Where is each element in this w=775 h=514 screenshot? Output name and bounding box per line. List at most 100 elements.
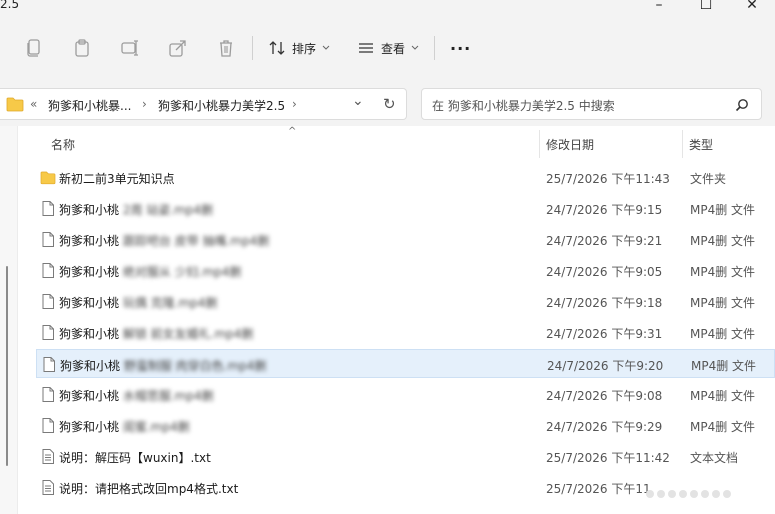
watermark-dot [646, 490, 654, 498]
view-icon [359, 43, 373, 53]
file-icon [42, 232, 54, 247]
file-name: 狗爹和小桃 闺蜜.mp4删 [59, 418, 190, 435]
rename-icon[interactable] [120, 38, 140, 58]
address-history-dropdown[interactable]: ⌄ [352, 93, 364, 109]
sort-label: 排序 [292, 41, 317, 56]
navigation-scrollbar[interactable] [6, 266, 8, 466]
file-row[interactable]: 狗爹和小桃 野蛮制服 肉穿白色.mp4删 24/7/2026 下午9:20 MP4删… [36, 349, 775, 378]
file-name-prefix: 狗爹和小桃 [59, 203, 120, 217]
file-date: 24/7/2026 下午9:21 [546, 234, 663, 248]
file-icon [42, 294, 54, 309]
close-button[interactable]: ✕ [729, 0, 775, 14]
file-name: 说明：解压码【wuxin】.txt [59, 449, 211, 466]
file-date: 24/7/2026 下午9:31 [546, 327, 663, 341]
watermark-dot [701, 490, 709, 498]
toolbar-separator [252, 36, 253, 60]
search-placeholder: 在 狗爹和小桃暴力美学2.5 中搜索 [432, 99, 615, 113]
file-icon [42, 263, 54, 278]
file-name: 新初二前3单元知识点 [59, 170, 175, 187]
file-name-prefix: 狗爹和小桃 [59, 327, 120, 341]
file-name-blurred: 解锁 前女友婚礼.mp4删 [122, 327, 254, 341]
column-header-date[interactable]: 修改日期 [546, 136, 594, 153]
file-name: 狗爹和小桃 水帽思服.mp4删 [59, 387, 214, 404]
watermark-dot [712, 490, 720, 498]
file-row[interactable]: 狗爹和小桃 玩偶 克隆.mp4删 24/7/2026 下午9:18 MP4删 文件 [36, 287, 775, 316]
search-icon[interactable] [735, 98, 749, 112]
file-name-prefix: 狗爹和小桃 [60, 359, 121, 373]
watermark-dot [690, 490, 698, 498]
file-name-prefix: 狗爹和小桃 [59, 389, 120, 403]
file-name-prefix: 说明：请把格式改回mp4格式.txt [59, 482, 239, 496]
file-name-blurred: 水帽思服.mp4删 [122, 389, 214, 403]
watermark [646, 484, 766, 504]
file-type: MP4删 文件 [691, 359, 757, 373]
column-header-name[interactable]: 名称 [51, 136, 75, 153]
file-icon [42, 325, 54, 340]
share-icon[interactable] [168, 38, 188, 58]
breadcrumb-item-current[interactable]: 狗爹和小桃暴力美学2.5 [158, 97, 285, 114]
watermark-dot [723, 490, 731, 498]
watermark-dot [657, 490, 665, 498]
file-name: 狗爹和小桃 玩偶 克隆.mp4删 [59, 294, 217, 311]
file-name-prefix: 狗爹和小桃 [59, 265, 120, 279]
file-date: 25/7/2026 下午11 [546, 482, 651, 496]
copy-icon[interactable] [24, 38, 44, 58]
address-row: « 狗爹和小桃暴... › 狗爹和小桃暴力美学2.5 › ⌄ ↻ 在 狗爹和小桃… [0, 82, 775, 126]
breadcrumb-separator[interactable]: › [292, 97, 297, 111]
file-icon [42, 418, 54, 433]
file-row[interactable]: 狗爹和小桃 跟踪吧台 皮带 抽嘴.mp4删 24/7/2026 下午9:21 MP4… [36, 225, 775, 254]
folder-icon [40, 171, 56, 185]
file-date: 24/7/2026 下午9:20 [547, 359, 664, 373]
more-options-button[interactable]: ··· [450, 36, 471, 60]
column-header-row: ^ 名称 修改日期 类型 [36, 126, 775, 162]
breadcrumb-overflow[interactable]: « [30, 97, 37, 111]
view-button[interactable]: 查看 [357, 36, 419, 60]
file-name: 狗爹和小桃 跟踪吧台 皮带 抽嘴.mp4删 [59, 232, 269, 249]
window-title: 2.5 [0, 0, 20, 11]
title-bar: 2.5 – ☐ ✕ [0, 0, 775, 14]
file-type: MP4删 文件 [690, 420, 756, 434]
text-file-icon [42, 449, 54, 464]
file-icon [43, 357, 55, 372]
breadcrumb-item-parent[interactable]: 狗爹和小桃暴... [48, 97, 131, 114]
file-type: MP4删 文件 [690, 327, 756, 341]
watermark-dot [679, 490, 687, 498]
file-row[interactable]: 狗爹和小桃 水帽思服.mp4删 24/7/2026 下午9:08 MP4删 文件 [36, 380, 775, 409]
watermark-dot [668, 490, 676, 498]
file-name-blurred: 玩偶 克隆.mp4删 [122, 296, 218, 310]
maximize-button[interactable]: ☐ [683, 0, 729, 14]
file-name: 说明：请把格式改回mp4格式.txt [59, 480, 238, 497]
file-name-prefix: 新初二前3单元知识点 [59, 172, 175, 186]
column-divider[interactable] [539, 130, 540, 158]
file-row[interactable]: 狗爹和小桃 解锁 前女友婚礼.mp4删 24/7/2026 下午9:31 MP4删 … [36, 318, 775, 347]
refresh-button[interactable]: ↻ [383, 95, 396, 113]
file-name-prefix: 说明：解压码【wuxin】.txt [59, 451, 211, 465]
file-row[interactable]: 狗爹和小桃 闺蜜.mp4删 24/7/2026 下午9:29 MP4删 文件 [36, 411, 775, 440]
sort-button[interactable]: 排序 [268, 36, 330, 60]
file-row[interactable]: 说明：解压码【wuxin】.txt 25/7/2026 下午11:42 文本文档 [36, 442, 775, 471]
file-type: MP4删 文件 [690, 265, 756, 279]
file-type: MP4删 文件 [690, 296, 756, 310]
file-name-blurred: 2周 站姿.mp4删 [122, 203, 214, 217]
paste-icon[interactable] [72, 38, 92, 58]
file-row[interactable]: 新初二前3单元知识点 25/7/2026 下午11:43 文件夹 [36, 163, 775, 192]
address-bar[interactable]: « 狗爹和小桃暴... › 狗爹和小桃暴力美学2.5 › ⌄ ↻ [0, 88, 407, 120]
column-divider[interactable] [682, 130, 683, 158]
delete-icon[interactable] [216, 38, 236, 58]
file-row[interactable]: 狗爹和小桃 2周 站姿.mp4删 24/7/2026 下午9:15 MP4删 文件 [36, 194, 775, 223]
file-date: 24/7/2026 下午9:18 [546, 296, 663, 310]
file-date: 25/7/2026 下午11:42 [546, 451, 670, 465]
file-name-blurred: 绝对服从 少妇.mp4删 [122, 265, 242, 279]
chevron-down-icon [322, 45, 330, 50]
column-header-type[interactable]: 类型 [689, 136, 713, 153]
navigation-pane[interactable] [0, 126, 18, 514]
command-bar: 排序 查看 ··· [0, 14, 775, 82]
file-type: MP4删 文件 [690, 234, 756, 248]
file-date: 24/7/2026 下午9:05 [546, 265, 663, 279]
breadcrumb-separator[interactable]: › [142, 97, 147, 111]
file-row[interactable]: 狗爹和小桃 绝对服从 少妇.mp4删 24/7/2026 下午9:05 MP4删 文… [36, 256, 775, 285]
file-icon [42, 201, 54, 216]
sort-indicator-icon: ^ [288, 126, 297, 137]
minimize-button[interactable]: – [636, 0, 682, 14]
search-input[interactable]: 在 狗爹和小桃暴力美学2.5 中搜索 [421, 88, 762, 120]
